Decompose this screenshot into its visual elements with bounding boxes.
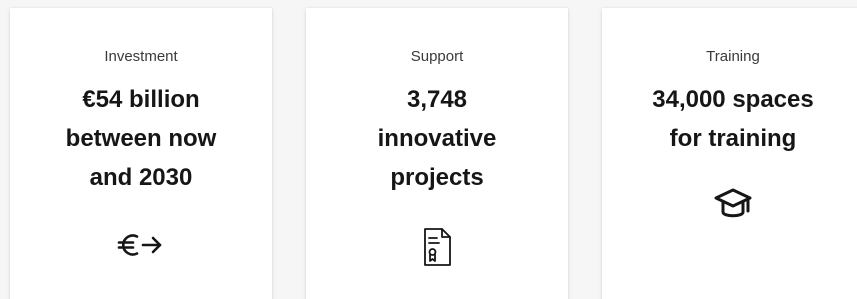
card-value-line: projects [390, 164, 484, 191]
card-value-line: and 2030 [89, 164, 193, 191]
card-value-line: 3,748 [406, 86, 468, 113]
support-card: Support 3,748 innovative projects [306, 8, 568, 299]
card-value: 3,748 innovative projects [306, 80, 568, 197]
euro-arrow-icon [116, 230, 166, 260]
card-label: Support [410, 48, 464, 65]
training-card: Training 34,000 spaces for training [602, 8, 857, 299]
card-value: €54 billion between now and 2030 [10, 80, 272, 197]
certificate-document-icon [417, 226, 457, 268]
card-value-line: between now [65, 125, 217, 152]
card-value-line: €54 billion [82, 86, 200, 113]
card-value: 34,000 spaces for training [602, 80, 857, 158]
card-value-line: for training [669, 125, 797, 152]
card-label: Investment [104, 48, 178, 65]
card-label: Training [706, 48, 760, 65]
investment-card: Investment €54 billion between now and 2… [10, 8, 272, 299]
key-figures-cards: Investment €54 billion between now and 2… [0, 0, 857, 299]
graduation-cap-icon [713, 184, 753, 224]
card-value-line: 34,000 spaces [652, 86, 814, 113]
card-value-line: innovative [377, 125, 497, 152]
